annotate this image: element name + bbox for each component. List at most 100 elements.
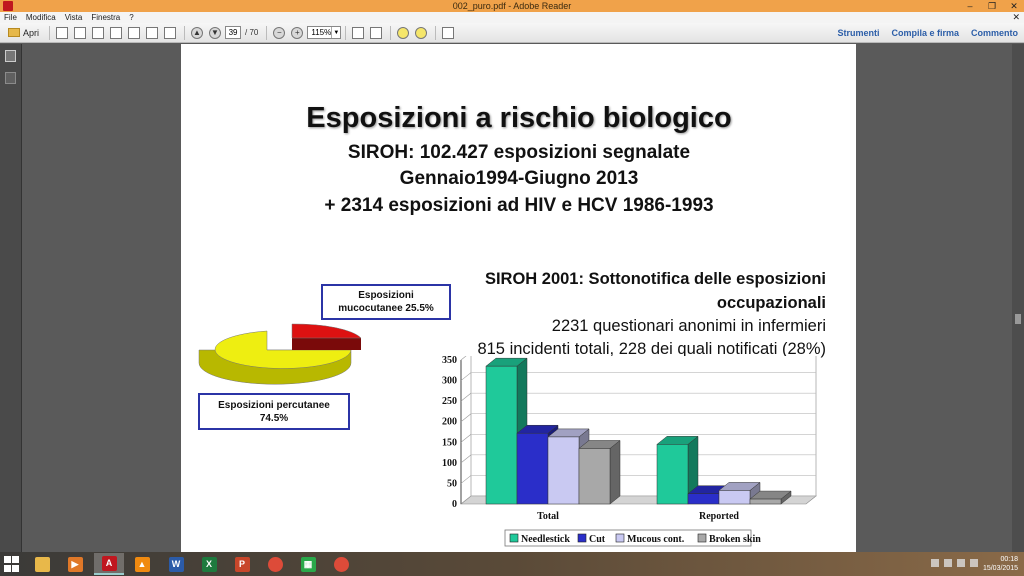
menu-finestra[interactable]: Finestra [91,13,120,22]
edit-icon [92,26,105,39]
comment-panel-button[interactable]: Commento [971,25,1018,41]
arrow-up-icon: ▲ [191,26,204,39]
print-icon [146,26,159,39]
speech-bubble-icon [397,26,410,39]
clock[interactable]: 00:18 15/03/2015 [983,555,1018,573]
taskbar-chrome-button[interactable] [260,553,290,575]
word-icon: W [168,556,184,572]
bar-needlestick-reported [656,444,689,505]
zoom-select[interactable]: 115% ▼ [307,26,342,39]
adobe-reader-icon: A [101,555,117,571]
legend-swatch-needlestick [509,533,519,543]
toolbar-separator [390,25,392,40]
attachment-icon[interactable] [5,72,16,84]
vertical-scrollbar[interactable] [1012,44,1024,552]
full-screen-button[interactable] [368,25,384,41]
open-label: Apri [23,27,40,38]
fill-sign-button[interactable]: Compila e firma [891,25,959,41]
create-pdf-button[interactable] [54,25,70,41]
start-button[interactable] [4,556,20,572]
document-page: Esposizioni a rischio biologico SIROH: 1… [181,44,856,552]
grid-diagonal [460,413,472,422]
previous-page-button[interactable]: ▲ [189,25,205,41]
email-button[interactable] [162,25,178,41]
open-button[interactable]: Apri [4,25,43,41]
vlc-icon: ▲ [134,556,150,572]
menu-modifica[interactable]: Modifica [26,13,56,22]
toolbar: Apri ▲ ▼ 39 / 70 − + 115% ▼ Strumenti Co… [0,23,1024,43]
close-button[interactable]: ✕ [1008,0,1020,12]
y-tick-label: 200 [442,417,457,428]
comment-button[interactable] [395,25,411,41]
network-icon[interactable] [944,559,952,567]
cloud-button[interactable] [108,25,124,41]
pie-label-mucocutanee: Esposizioni mucocutanee 25.5% [321,284,451,320]
siroh2001-questionnaires: 2231 questionari anonimi in infermieri [551,317,826,335]
highlight-button[interactable] [413,25,429,41]
slide-subtitle-line-3: + 2314 esposizioni ad HIV e HCV 1986-199… [324,195,714,216]
pie-chart [198,323,362,385]
taskbar-calculator-button[interactable]: ▦ [293,553,323,575]
minimize-button[interactable]: – [964,0,976,12]
page-number-input[interactable]: 39 [225,26,242,39]
window-controls: – ❐ ✕ [964,0,1020,12]
menu-file[interactable]: File [4,13,17,22]
adobe-reader-app-icon[interactable] [3,1,13,11]
volume-icon[interactable] [957,559,965,567]
pie-label-percutanee: Esposizioni percutanee 74.5% [198,393,350,430]
slide-title: Esposizioni a rischio biologico [306,102,732,134]
y-tick-label: 150 [442,437,457,448]
menu-vista[interactable]: Vista [65,13,83,22]
taskbar-chrome-2-button[interactable] [326,553,356,575]
toolbar-separator [435,25,437,40]
cloud-icon [110,26,123,39]
create-pdf-icon [56,26,69,39]
fit-page-button[interactable] [350,25,366,41]
y-tick-label: 250 [442,396,457,407]
expand-button[interactable] [440,25,456,41]
legend-label-cut: Cut [589,534,606,545]
fit-page-icon [352,26,365,39]
taskbar-word-button[interactable]: W [161,553,191,575]
scrollbar-thumb[interactable] [1015,314,1021,324]
window-title: 002_puro.pdf - Adobe Reader [452,1,572,11]
taskbar-adobe-reader-button[interactable]: A [94,553,124,575]
pie-label-mucocutanee-line-1: Esposizioni [358,290,414,301]
taskbar-excel-button[interactable]: X [194,553,224,575]
close-document-icon[interactable]: ✕ [1012,12,1020,23]
tray-arrow-icon[interactable] [931,559,939,567]
combine-button[interactable] [72,25,88,41]
zoom-out-button[interactable]: − [271,25,287,41]
slide-subtitle-line-1: SIROH: 102.427 esposizioni segnalate [347,142,691,163]
legend-swatch-mucous-cont- [615,533,625,543]
save-icon [128,26,141,39]
menu-help[interactable]: ? [129,13,133,22]
menu-bar: File Modifica Vista Finestra ? ✕ [0,12,1024,23]
maximize-button[interactable]: ❐ [986,0,998,12]
save-button[interactable] [126,25,142,41]
tools-button[interactable]: Strumenti [837,25,879,41]
y-tick-label: 350 [442,356,457,366]
edit-button[interactable] [90,25,106,41]
legend-label-mucous-cont-: Mucous cont. [627,534,685,545]
grid-diagonal [460,372,472,381]
file-explorer-icon [34,556,50,572]
toolbar-separator [184,25,186,40]
plus-icon: + [291,26,304,39]
pages-icon[interactable] [5,50,16,62]
print-button[interactable] [144,25,160,41]
pie-label-percutanee-line-2: 74.5% [259,412,289,424]
taskbar-file-explorer-button[interactable] [27,553,57,575]
next-page-button[interactable]: ▼ [207,25,223,41]
taskbar-media-player-button[interactable]: ▶ [60,553,90,575]
zoom-in-button[interactable]: + [289,25,305,41]
taskbar-vlc-button[interactable]: ▲ [127,553,157,575]
y-tick-label: 50 [447,478,457,489]
navigation-panel [0,44,22,552]
pie-slice-mucocutanee [291,323,362,339]
bar-mucous-cont--reported [718,490,751,505]
flag-icon[interactable] [970,559,978,567]
clock-time: 00:18 [1000,556,1018,563]
folder-icon [8,28,20,37]
taskbar-powerpoint-button[interactable]: P [227,553,257,575]
